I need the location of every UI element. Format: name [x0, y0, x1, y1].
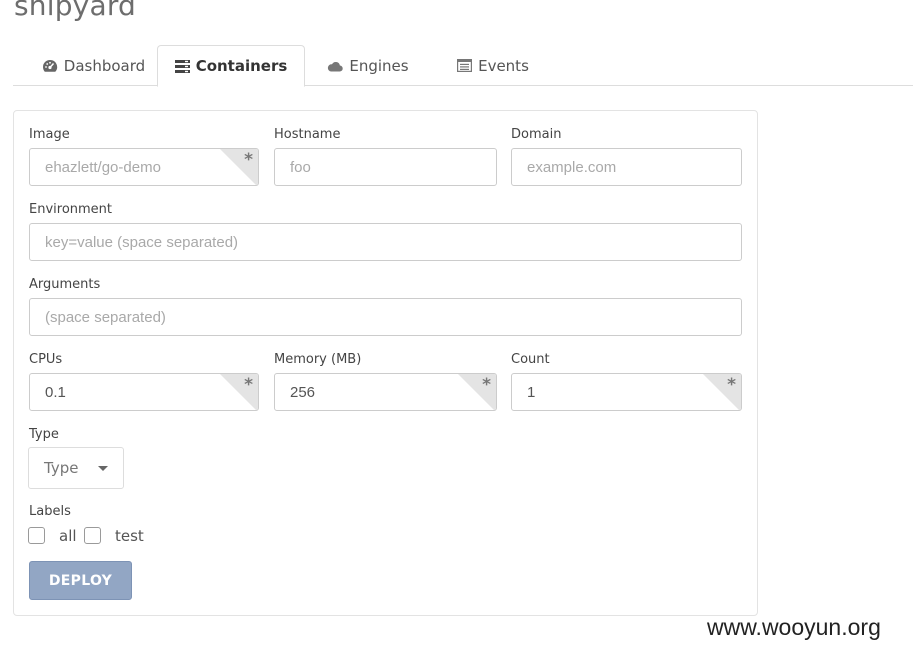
- environment-field[interactable]: [29, 223, 742, 261]
- type-label: Type: [29, 427, 59, 442]
- dashboard-icon: [42, 59, 58, 73]
- hostname-field[interactable]: [274, 148, 497, 186]
- type-select[interactable]: Type: [28, 447, 124, 489]
- hostname-label: Hostname: [274, 127, 341, 142]
- watermark-text: www.wooyun.org: [707, 614, 881, 640]
- environment-label: Environment: [29, 202, 113, 217]
- events-icon: [457, 59, 473, 72]
- label-checkbox-test-text: test: [115, 527, 144, 545]
- domain-field[interactable]: [511, 148, 742, 186]
- memory-field[interactable]: *: [274, 373, 497, 411]
- label-checkbox-test[interactable]: [84, 527, 101, 544]
- image-field[interactable]: *: [29, 148, 259, 186]
- count-field[interactable]: *: [511, 373, 742, 411]
- tab-events[interactable]: Events: [433, 45, 553, 86]
- label-checkbox-all[interactable]: [28, 527, 45, 544]
- required-asterisk-icon: *: [244, 375, 253, 395]
- tab-label: Dashboard: [63, 56, 146, 75]
- containers-icon: [174, 59, 190, 73]
- count-label: Count: [511, 352, 550, 367]
- environment-input[interactable]: [30, 224, 741, 260]
- tab-label: Engines: [349, 56, 409, 75]
- domain-input[interactable]: [512, 149, 741, 185]
- tab-label: Containers: [195, 57, 288, 75]
- app-logo: shipyard: [14, 0, 137, 22]
- hostname-input[interactable]: [275, 149, 496, 185]
- required-asterisk-icon: *: [727, 375, 736, 395]
- label-checkbox-all-text: all: [59, 527, 77, 545]
- tab-engines[interactable]: Engines: [313, 45, 423, 86]
- tab-label: Events: [478, 56, 529, 75]
- memory-label: Memory (MB): [274, 352, 362, 367]
- tab-containers[interactable]: Containers: [157, 45, 305, 87]
- caret-down-icon: [98, 466, 108, 471]
- arguments-label: Arguments: [29, 277, 101, 292]
- arguments-field[interactable]: [29, 298, 742, 336]
- required-asterisk-icon: *: [482, 375, 491, 395]
- type-select-value: Type: [44, 459, 79, 477]
- tab-dashboard[interactable]: Dashboard: [31, 45, 156, 86]
- image-label: Image: [29, 127, 70, 142]
- cpus-field[interactable]: *: [29, 373, 259, 411]
- labels-label: Labels: [29, 504, 71, 519]
- deploy-button[interactable]: DEPLOY: [29, 561, 132, 600]
- domain-label: Domain: [511, 127, 562, 142]
- cloud-icon: [327, 60, 344, 72]
- main-tabs: Dashboard Containers Engines Events: [13, 45, 913, 87]
- cpus-label: CPUs: [29, 352, 63, 367]
- required-asterisk-icon: *: [244, 150, 253, 170]
- arguments-input[interactable]: [30, 299, 741, 335]
